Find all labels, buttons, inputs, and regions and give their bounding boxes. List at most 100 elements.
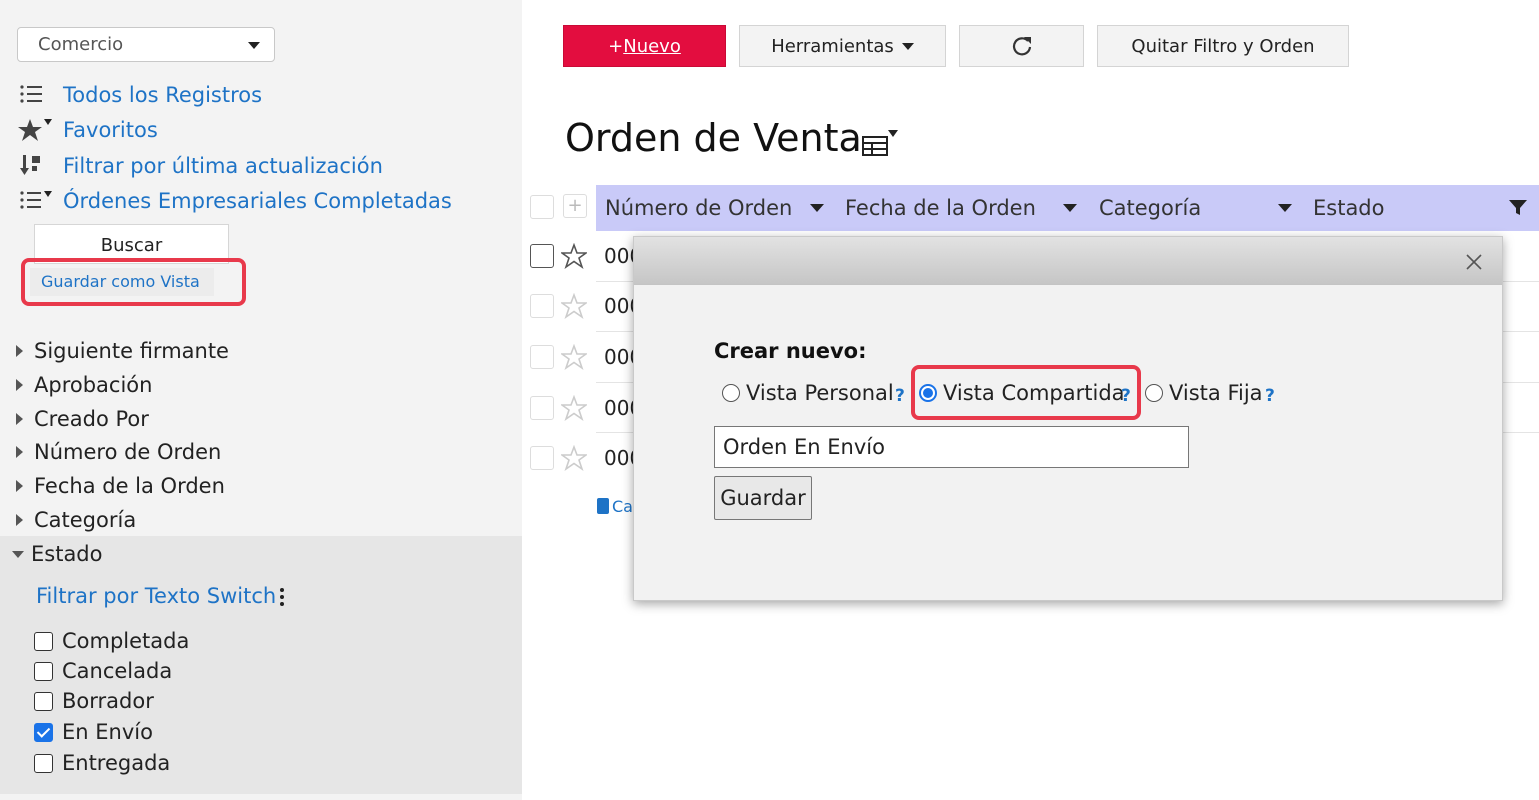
row-checkbox[interactable]: [530, 396, 554, 420]
dialog-header: [634, 237, 1502, 285]
caret-down-icon: [12, 550, 24, 558]
radio-label: Vista Fija: [1169, 381, 1263, 405]
save-as-view-link[interactable]: Guardar como Vista: [30, 268, 214, 296]
list-icon: [18, 80, 63, 110]
help-icon[interactable]: ?: [1121, 386, 1131, 406]
row-checkbox[interactable]: [530, 446, 554, 470]
star-icon[interactable]: [561, 243, 587, 269]
column-order-date[interactable]: Fecha de la Orden: [845, 185, 1036, 231]
status-option-delivered[interactable]: Entregada: [34, 750, 170, 776]
nav-filter-last-update[interactable]: Filtrar por última actualización: [18, 151, 383, 181]
nav-label: Órdenes Empresariales Completadas: [63, 189, 452, 213]
tree-label: Número de Orden: [34, 440, 222, 464]
tree-item-order-number[interactable]: Número de Orden: [14, 437, 221, 467]
help-icon[interactable]: ?: [895, 386, 905, 406]
new-prefix: +: [608, 35, 624, 57]
app-select[interactable]: Comercio: [17, 27, 275, 62]
tools-dropdown-button[interactable]: Herramientas: [739, 25, 946, 67]
row-checkbox[interactable]: [530, 244, 554, 268]
radio-button[interactable]: [1145, 384, 1163, 402]
calc-link[interactable]: Ca: [612, 497, 633, 516]
tree-label: Fecha de la Orden: [34, 474, 225, 498]
tree-item-next-signer[interactable]: Siguiente firmante: [14, 336, 229, 366]
caret-right-icon: [16, 413, 23, 425]
page-title: Orden de Venta: [565, 116, 862, 160]
checkbox[interactable]: [34, 631, 53, 651]
select-all-checkbox[interactable]: [530, 195, 554, 219]
status-option-draft[interactable]: Borrador: [34, 688, 154, 714]
radio-label: Vista Personal: [746, 381, 894, 405]
refresh-button[interactable]: [959, 25, 1084, 67]
filter-icon[interactable]: [1509, 200, 1527, 216]
tools-label: Herramientas: [771, 35, 894, 57]
option-label: En Envío: [62, 720, 153, 744]
nav-label: Favoritos: [63, 118, 158, 142]
refresh-icon: [1012, 37, 1031, 56]
app-select-value: Comercio: [38, 34, 124, 55]
add-column-icon[interactable]: +: [563, 194, 587, 218]
column-status[interactable]: Estado: [1313, 185, 1385, 231]
status-option-completed[interactable]: Completada: [34, 628, 189, 654]
column-category[interactable]: Categoría: [1099, 185, 1201, 231]
new-record-button[interactable]: + Nuevo: [563, 25, 726, 67]
nav-label: Filtrar por última actualización: [63, 154, 383, 178]
star-icon[interactable]: [561, 344, 587, 370]
row-checkbox[interactable]: [530, 294, 554, 318]
checkbox[interactable]: [34, 753, 53, 773]
checkbox[interactable]: [34, 691, 53, 711]
filter-switch-link[interactable]: Filtrar por Texto Switch: [36, 584, 276, 608]
status-option-in-shipping[interactable]: En Envío: [34, 719, 153, 745]
sidebar: Comercio Todos los Registros Favoritos F…: [0, 0, 522, 800]
radio-label: Vista Compartida: [943, 381, 1125, 405]
tree-item-approval[interactable]: Aprobación: [14, 370, 152, 400]
list-filter-icon: [18, 186, 63, 216]
radio-button-selected[interactable]: [919, 384, 937, 402]
help-icon[interactable]: ?: [1265, 386, 1275, 406]
new-label: Nuevo: [623, 35, 681, 57]
caret-right-icon: [16, 480, 23, 492]
create-new-label: Crear nuevo:: [714, 339, 867, 363]
tree-label: Creado Por: [34, 407, 149, 431]
nav-label: Todos los Registros: [63, 83, 263, 107]
save-button[interactable]: Guardar: [714, 476, 812, 520]
chevron-down-icon[interactable]: [1063, 204, 1077, 212]
option-label: Completada: [62, 629, 190, 653]
chevron-down-icon: [248, 42, 260, 49]
tree-label: Categoría: [34, 508, 137, 532]
status-option-cancelled[interactable]: Cancelada: [34, 658, 172, 684]
view-name-input[interactable]: [714, 426, 1189, 468]
nav-all-records[interactable]: Todos los Registros: [18, 80, 262, 110]
clear-filter-order-button[interactable]: Quitar Filtro y Orden: [1097, 25, 1349, 67]
close-icon[interactable]: [1464, 252, 1484, 272]
tree-item-status[interactable]: Estado: [12, 539, 103, 569]
column-order-number[interactable]: Número de Orden: [605, 185, 792, 231]
option-label: Entregada: [62, 751, 171, 775]
chevron-down-icon[interactable]: [1278, 204, 1292, 212]
row-checkbox[interactable]: [530, 345, 554, 369]
radio-button[interactable]: [722, 384, 740, 402]
radio-personal-view[interactable]: Vista Personal: [722, 378, 894, 408]
table-view-icon[interactable]: [862, 130, 902, 158]
caret-right-icon: [16, 446, 23, 458]
nav-completed-orders[interactable]: Órdenes Empresariales Completadas: [18, 186, 452, 216]
star-icon[interactable]: [561, 293, 587, 319]
tree-item-created-by[interactable]: Creado Por: [14, 404, 149, 434]
caret-right-icon: [16, 345, 23, 357]
caret-right-icon: [16, 379, 23, 391]
radio-shared-view[interactable]: Vista Compartida: [919, 378, 1125, 408]
star-icon[interactable]: [561, 395, 587, 421]
tree-item-category[interactable]: Categoría: [14, 505, 136, 535]
star-icon[interactable]: [561, 445, 587, 471]
option-label: Cancelada: [62, 659, 173, 683]
caret-right-icon: [16, 514, 23, 526]
checkbox-checked[interactable]: [34, 722, 53, 742]
nav-favorites[interactable]: Favoritos: [18, 115, 158, 145]
star-filter-icon: [18, 115, 63, 145]
radio-fixed-view[interactable]: Vista Fija: [1145, 378, 1263, 408]
tree-item-order-date[interactable]: Fecha de la Orden: [14, 471, 225, 501]
tree-label: Siguiente firmante: [34, 339, 229, 363]
chevron-down-icon[interactable]: [810, 204, 824, 212]
checkbox[interactable]: [34, 661, 53, 681]
calculator-icon[interactable]: [597, 498, 609, 514]
more-options-icon[interactable]: [278, 588, 286, 610]
